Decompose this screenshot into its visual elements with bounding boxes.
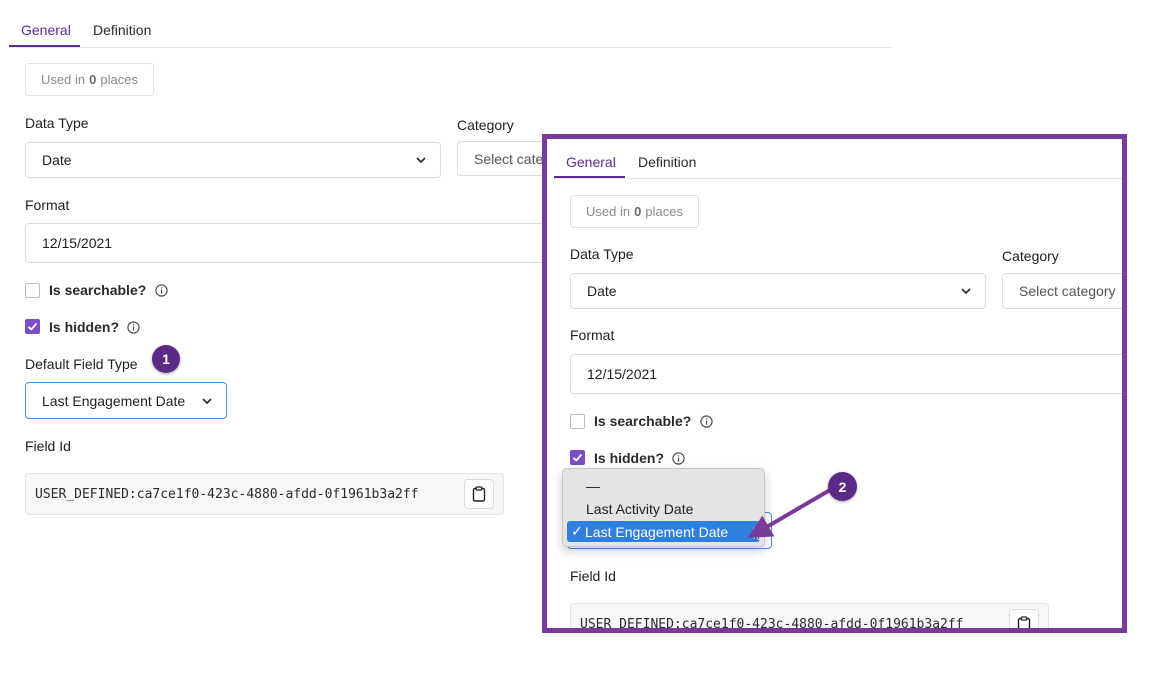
checkmark-icon — [572, 453, 583, 462]
format-value: 12/15/2021 — [42, 235, 113, 251]
hidden-checkbox[interactable] — [25, 319, 40, 334]
tab-active-indicator — [554, 176, 625, 178]
format-input[interactable]: 12/15/2021 — [25, 223, 555, 263]
category-select[interactable]: Select category — [1002, 273, 1122, 309]
default-field-type-label: Default Field Type — [25, 356, 138, 372]
format-label: Format — [570, 327, 615, 343]
default-field-type-value: Last Engagement Date — [42, 392, 186, 409]
format-value: 12/15/2021 — [587, 366, 658, 382]
data-type-label: Data Type — [25, 115, 89, 131]
copy-button[interactable] — [464, 479, 494, 509]
usage-count: 0 — [89, 72, 97, 87]
chevron-down-icon — [416, 157, 426, 164]
copy-button[interactable] — [1009, 609, 1039, 628]
category-label: Category — [1002, 248, 1059, 264]
check-icon: ✓ — [571, 523, 583, 539]
info-icon — [127, 321, 140, 334]
usage-badge: Used in 0 places — [570, 195, 699, 228]
data-type-value: Date — [42, 152, 72, 168]
category-placeholder: Select cate — [474, 150, 544, 167]
tab-divider — [554, 178, 1122, 179]
callout-badge-2: 2 — [828, 472, 857, 501]
format-label: Format — [25, 197, 70, 213]
usage-suffix: places — [100, 72, 138, 87]
tab-general[interactable]: General — [566, 154, 616, 170]
clipboard-icon — [472, 486, 486, 502]
category-label: Category — [457, 117, 514, 133]
searchable-checkbox[interactable] — [25, 283, 40, 298]
option-label: — — [586, 477, 600, 494]
menu-option-last-activity-date[interactable]: Last Activity Date — [567, 498, 760, 519]
format-input[interactable]: 12/15/2021 — [570, 354, 1122, 394]
hidden-label: Is hidden? — [49, 319, 119, 335]
chevron-down-icon — [202, 397, 212, 404]
info-icon — [155, 284, 168, 297]
callout-badge-1: 1 — [152, 345, 180, 373]
data-type-label: Data Type — [570, 246, 634, 262]
data-type-select[interactable]: Date — [570, 273, 986, 309]
menu-option-none[interactable]: — — [567, 475, 760, 496]
usage-suffix: places — [645, 204, 683, 219]
searchable-label: Is searchable? — [594, 413, 692, 429]
option-label: Last Engagement Date — [585, 523, 729, 540]
usage-prefix: Used in — [586, 204, 631, 219]
data-type-value: Date — [587, 283, 617, 299]
hidden-checkbox[interactable] — [570, 450, 585, 465]
zoom-frame: General Definition Used in 0 places Data T… — [542, 134, 1127, 633]
clipboard-icon — [1017, 616, 1031, 628]
field-id-value: USER_DEFINED:ca7ce1f0-423c-4880-afdd-0f1… — [25, 473, 504, 515]
searchable-checkbox[interactable] — [570, 414, 585, 429]
checkmark-icon — [27, 322, 38, 331]
default-field-type-select[interactable]: Last Engagement Date — [25, 382, 227, 419]
searchable-label: Is searchable? — [49, 282, 147, 298]
field-id-text: USER_DEFINED:ca7ce1f0-423c-4880-afdd-0f1… — [35, 486, 419, 502]
usage-prefix: Used in — [41, 72, 86, 87]
info-icon — [672, 452, 685, 465]
field-id-text: USER_DEFINED:ca7ce1f0-423c-4880-afdd-0f1… — [580, 616, 964, 632]
option-label: Last Activity Date — [586, 500, 694, 517]
field-id-value: USER_DEFINED:ca7ce1f0-423c-4880-afdd-0f1… — [570, 603, 1049, 632]
default-field-type-menu: — Last Activity Date ✓ Last Engagement Da… — [562, 468, 765, 547]
data-type-select[interactable]: Date — [25, 142, 441, 178]
category-placeholder: Select category — [1019, 283, 1116, 299]
menu-option-last-engagement-date[interactable]: ✓ Last Engagement Date — [567, 521, 760, 542]
field-id-label: Field Id — [570, 568, 616, 584]
tab-general[interactable]: General — [21, 22, 71, 38]
usage-badge: Used in 0 places — [25, 63, 154, 96]
usage-count: 0 — [634, 204, 642, 219]
hidden-label: Is hidden? — [594, 450, 664, 466]
info-icon — [700, 415, 713, 428]
field-id-label: Field Id — [25, 438, 71, 454]
tab-definition[interactable]: Definition — [93, 22, 151, 38]
tab-divider — [9, 47, 891, 48]
tab-active-indicator — [9, 45, 80, 47]
chevron-down-icon — [961, 288, 971, 295]
tab-definition[interactable]: Definition — [638, 154, 696, 170]
